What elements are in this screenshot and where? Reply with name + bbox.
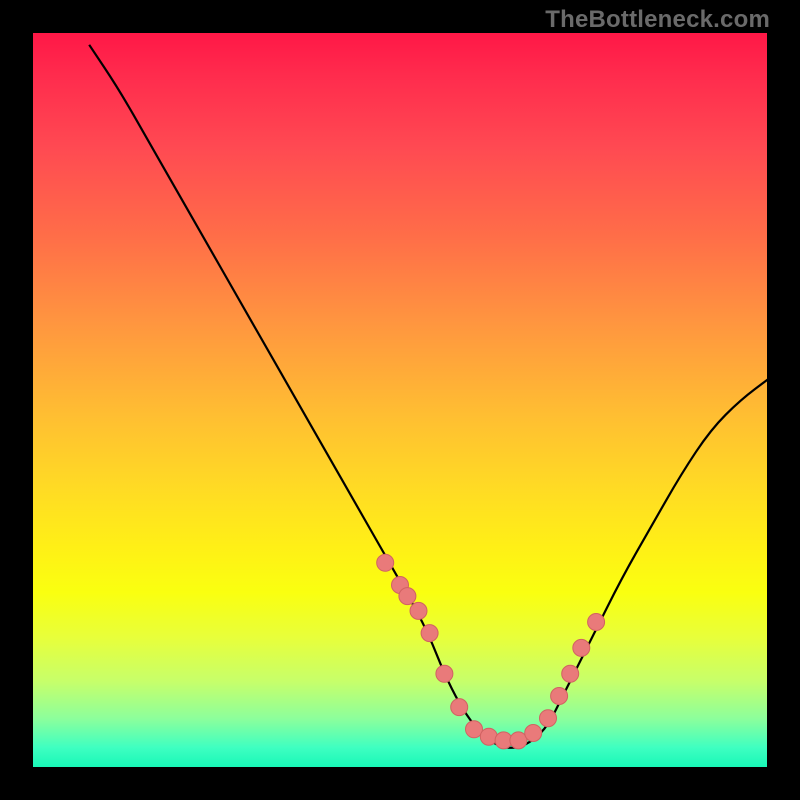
plot-area	[30, 30, 770, 770]
attribution-text: TheBottleneck.com	[545, 6, 770, 34]
bottleneck-chart: TheBottleneck.com	[0, 0, 800, 800]
heat-gradient-background	[30, 30, 770, 770]
